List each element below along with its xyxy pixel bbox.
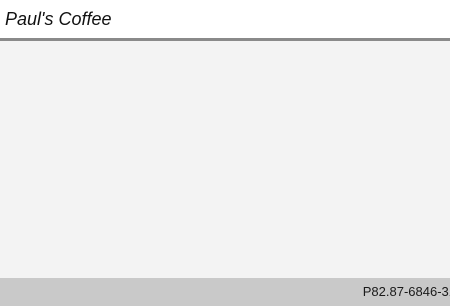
content-area — [0, 41, 450, 278]
page-title: Paul's Coffee — [5, 9, 112, 29]
footer-bar: P82.87-6846-31 — [0, 278, 450, 306]
reference-code: P82.87-6846-31 — [362, 284, 450, 299]
title-bar: Paul's Coffee — [0, 0, 450, 38]
screen: Paul's Coffee P82.87-6846-31 — [0, 0, 450, 306]
